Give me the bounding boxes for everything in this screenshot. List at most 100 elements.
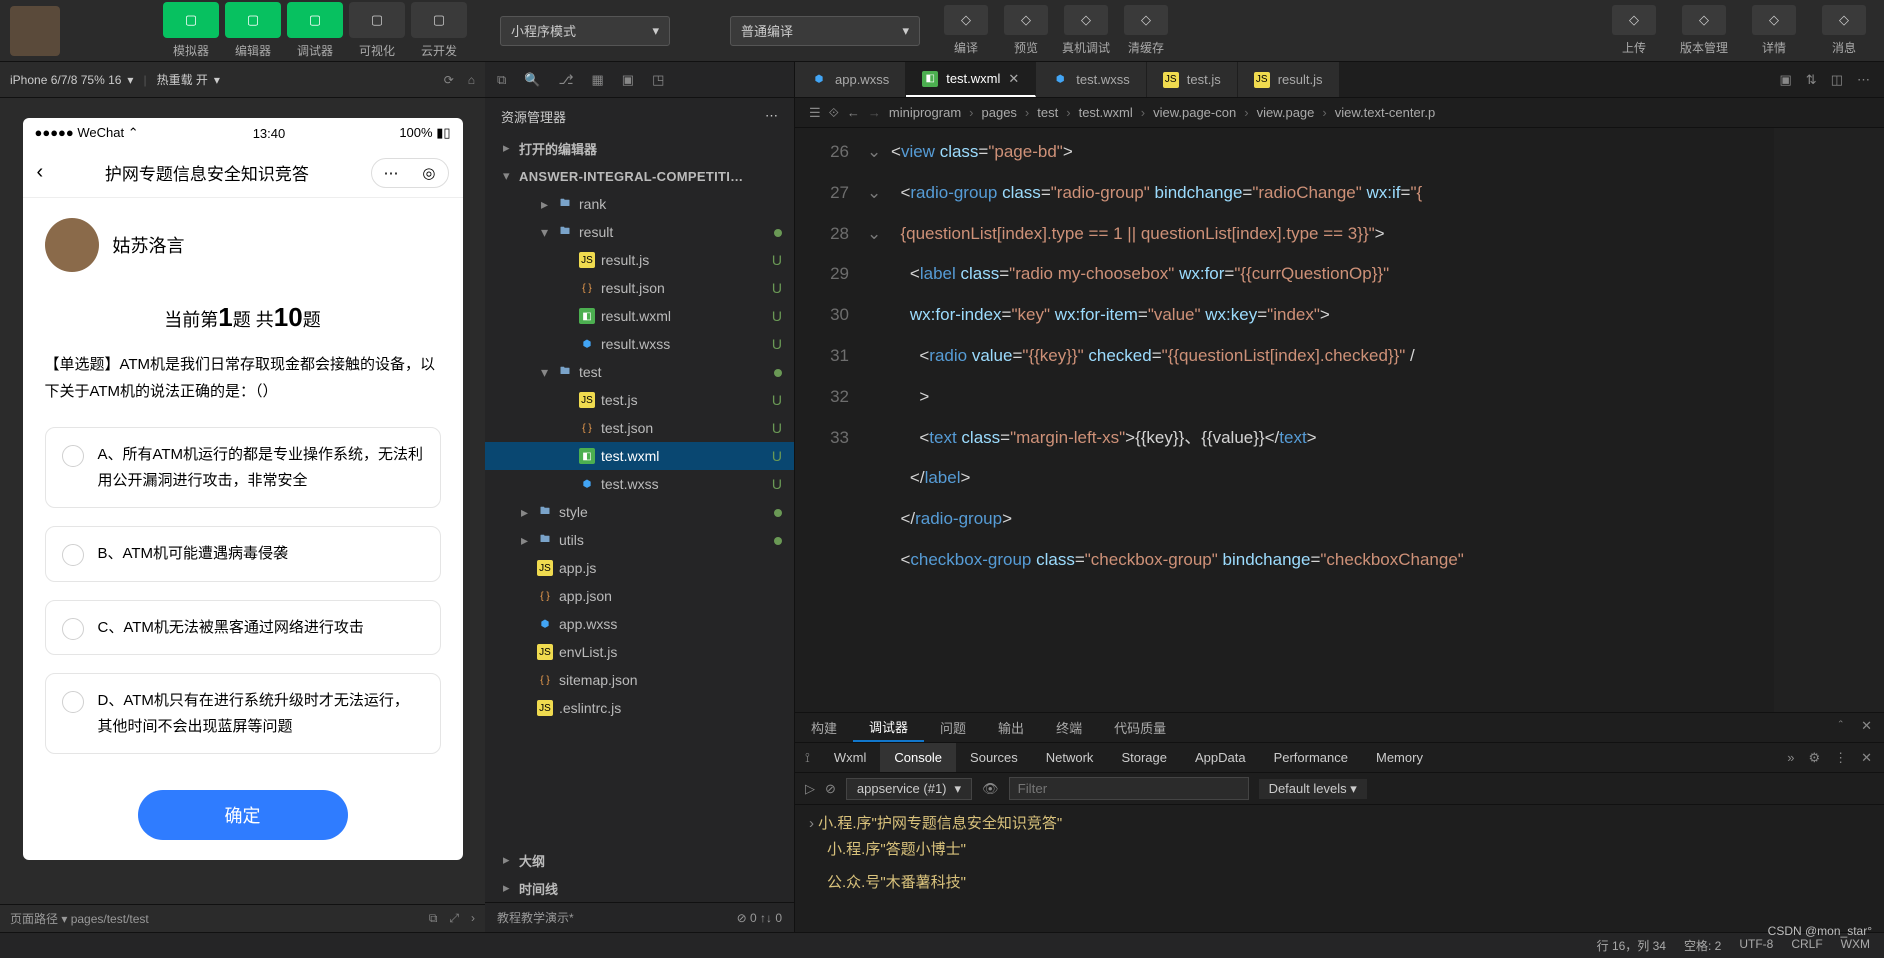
- option-card[interactable]: C、ATM机无法被黑客通过网络进行攻击: [45, 600, 441, 656]
- play-icon[interactable]: ▷: [805, 781, 815, 797]
- nav-back-icon[interactable]: ←: [847, 105, 860, 120]
- levels-select[interactable]: Default levels ▾: [1259, 779, 1367, 799]
- code-editor[interactable]: 2627282930313233 ⌄⌄⌄ <view class="page-b…: [795, 128, 1884, 712]
- breadcrumb-item[interactable]: pages: [982, 105, 1017, 120]
- page-path[interactable]: 页面路径 ▾ pages/test/test: [10, 910, 149, 927]
- back-icon[interactable]: ‹: [37, 161, 44, 184]
- devtools-tab[interactable]: 输出: [982, 713, 1040, 742]
- rtool-消息[interactable]: ◇: [1822, 5, 1866, 35]
- split-icon[interactable]: ◫: [1831, 72, 1843, 88]
- tool-编辑器[interactable]: ▢: [225, 2, 281, 38]
- tree-item[interactable]: ◧result.wxmlU: [485, 302, 794, 330]
- rtool-详情[interactable]: ◇: [1752, 5, 1796, 35]
- tree-item[interactable]: ▸🖿utils: [485, 526, 794, 554]
- status-item[interactable]: CRLF: [1791, 937, 1822, 954]
- tool-模拟器[interactable]: ▢: [163, 2, 219, 38]
- devtools-subtab[interactable]: Performance: [1260, 743, 1362, 772]
- option-card[interactable]: A、所有ATM机运行的都是专业操作系统，无法利用公开漏洞进行攻击，非常安全: [45, 427, 441, 508]
- chevron-up-icon[interactable]: ＾: [1834, 718, 1847, 737]
- copy-icon[interactable]: ⧉: [429, 911, 438, 926]
- editor-tab[interactable]: ⬢app.wxss: [795, 62, 906, 97]
- run-icon[interactable]: ▣: [1780, 72, 1792, 88]
- tree-item[interactable]: { }test.jsonU: [485, 414, 794, 442]
- section-open-editors[interactable]: ▸打开的编辑器: [485, 134, 794, 162]
- extension-icon[interactable]: ▦: [591, 72, 603, 88]
- gear-icon[interactable]: ⚙: [1808, 750, 1820, 766]
- devtools-tab[interactable]: 构建: [795, 713, 853, 742]
- compile-编译[interactable]: ◇: [944, 5, 988, 35]
- compile-预览[interactable]: ◇: [1004, 5, 1048, 35]
- editor-tab[interactable]: ⬢test.wxss: [1036, 62, 1146, 97]
- tree-item[interactable]: JSresult.jsU: [485, 246, 794, 274]
- section-project[interactable]: ▾ANSWER-INTEGRAL-COMPETITI…: [485, 162, 794, 190]
- devtools-tab[interactable]: 终端: [1040, 713, 1098, 742]
- status-item[interactable]: WXM: [1841, 937, 1870, 954]
- eye-icon[interactable]: 👁: [982, 781, 999, 797]
- tree-item[interactable]: ▸🖿style: [485, 498, 794, 526]
- tree-item[interactable]: ⬢result.wxssU: [485, 330, 794, 358]
- tool-调试器[interactable]: ▢: [287, 2, 343, 38]
- compare-icon[interactable]: ⇅: [1806, 72, 1817, 88]
- devtools-subtab[interactable]: Storage: [1107, 743, 1181, 772]
- breadcrumb-item[interactable]: view.text-center.p: [1335, 105, 1435, 120]
- more-icon[interactable]: ⋯: [1857, 72, 1870, 88]
- nav-fwd-icon[interactable]: →: [868, 105, 881, 120]
- tree-item[interactable]: ⬢app.wxss: [485, 610, 794, 638]
- capsule-menu[interactable]: ⋯◎: [371, 158, 449, 188]
- expand-icon[interactable]: ⤢: [449, 911, 459, 926]
- rtool-版本管理[interactable]: ◇: [1682, 5, 1726, 35]
- outline-icon[interactable]: ☰: [809, 105, 821, 121]
- tree-item[interactable]: ▸🖿rank: [485, 190, 794, 218]
- devtools-subtab[interactable]: Sources: [956, 743, 1032, 772]
- option-card[interactable]: D、ATM机只有在进行系统升级时才无法运行，其他时间不会出现蓝屏等问题: [45, 673, 441, 754]
- devtools-subtab[interactable]: Network: [1032, 743, 1108, 772]
- status-item[interactable]: UTF-8: [1739, 937, 1773, 954]
- tree-item[interactable]: ▾🖿result: [485, 218, 794, 246]
- tree-item[interactable]: { }result.jsonU: [485, 274, 794, 302]
- clear-icon[interactable]: ⊘: [825, 781, 836, 797]
- tree-item[interactable]: ◧test.wxmlU: [485, 442, 794, 470]
- section-timeline[interactable]: ▸时间线: [485, 874, 794, 902]
- files-icon[interactable]: ⧉: [497, 72, 506, 88]
- compile-真机调试[interactable]: ◇: [1064, 5, 1108, 35]
- submit-button[interactable]: 确定: [138, 790, 348, 840]
- tree-item[interactable]: JSapp.js: [485, 554, 794, 582]
- branch-icon[interactable]: ⎇: [558, 72, 573, 88]
- kebab-icon[interactable]: ⋮: [1834, 750, 1847, 766]
- tool-云开发[interactable]: ▢: [411, 2, 467, 38]
- status-item[interactable]: 行 16，列 34: [1597, 937, 1666, 954]
- breadcrumb-item[interactable]: view.page-con: [1153, 105, 1236, 120]
- filter-input[interactable]: [1009, 777, 1249, 800]
- inspect-icon[interactable]: ⟟: [795, 750, 820, 766]
- tree-item[interactable]: JS.eslintrc.js: [485, 694, 794, 722]
- tree-item[interactable]: JStest.jsU: [485, 386, 794, 414]
- devtools-tab[interactable]: 问题: [924, 713, 982, 742]
- search-icon[interactable]: 🔍: [524, 72, 540, 88]
- editor-tab[interactable]: JSresult.js: [1238, 62, 1340, 97]
- mode-select-1[interactable]: 小程序模式▾: [500, 16, 670, 46]
- status-item[interactable]: 空格: 2: [1684, 937, 1721, 954]
- tree-item[interactable]: { }sitemap.json: [485, 666, 794, 694]
- editor-tab[interactable]: ◧test.wxml✕: [906, 62, 1036, 97]
- debug-icon[interactable]: ▣: [622, 72, 634, 88]
- compile-清缓存[interactable]: ◇: [1124, 5, 1168, 35]
- breadcrumb-item[interactable]: view.page: [1257, 105, 1315, 120]
- breadcrumb-item[interactable]: miniprogram: [889, 105, 961, 120]
- devtools-subtab[interactable]: Memory: [1362, 743, 1437, 772]
- devtools-subtab[interactable]: AppData: [1181, 743, 1260, 772]
- devtools-subtab[interactable]: Wxml: [820, 743, 881, 772]
- breadcrumb-item[interactable]: test: [1037, 105, 1058, 120]
- tool-可视化[interactable]: ▢: [349, 2, 405, 38]
- more-icon[interactable]: »: [1787, 750, 1794, 766]
- more-icon[interactable]: ›: [471, 911, 475, 926]
- context-select[interactable]: appservice (#1)▾: [846, 778, 972, 800]
- tree-item[interactable]: { }app.json: [485, 582, 794, 610]
- section-outline[interactable]: ▸大纲: [485, 846, 794, 874]
- more-icon[interactable]: ⋯: [765, 108, 778, 124]
- refresh-icon[interactable]: ⟳: [444, 73, 454, 87]
- option-card[interactable]: B、ATM机可能遭遇病毒侵袭: [45, 526, 441, 582]
- editor-tab[interactable]: JStest.js: [1147, 62, 1238, 97]
- devtools-tab[interactable]: 代码质量: [1098, 713, 1182, 742]
- devtools-subtab[interactable]: Console: [880, 743, 956, 772]
- devtools-tab[interactable]: 调试器: [853, 713, 924, 742]
